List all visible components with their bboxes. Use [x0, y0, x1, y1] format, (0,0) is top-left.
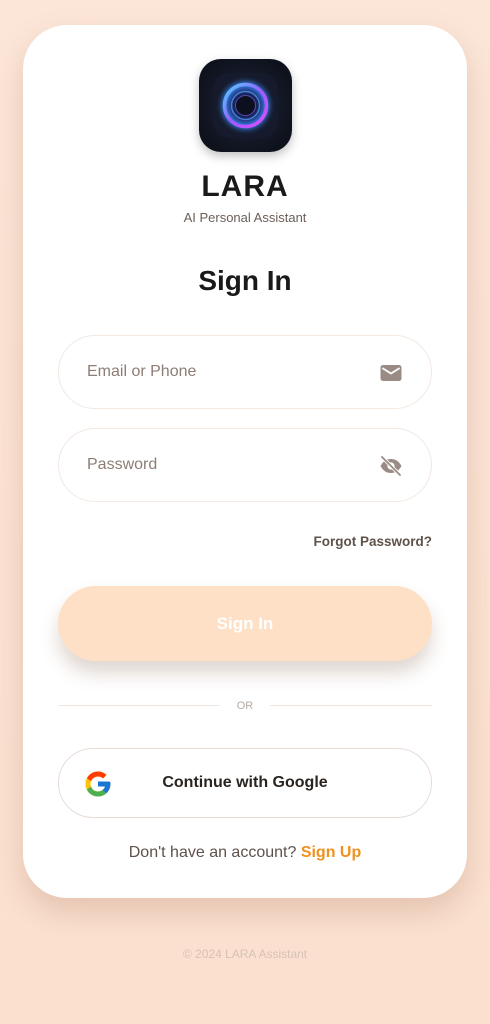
forgot-password-link[interactable]: Forgot Password? [313, 534, 432, 549]
app-name: LARA [201, 170, 289, 203]
signup-row: Don't have an account? Sign Up [23, 844, 467, 862]
page-title: Sign In [198, 265, 292, 296]
email-input[interactable] [87, 336, 357, 408]
copyright-footer: © 2024 LARA Assistant [182, 947, 308, 961]
password-field [58, 428, 432, 502]
email-field [58, 335, 432, 409]
google-button-label: Continue with Google [162, 774, 328, 791]
password-input[interactable] [87, 429, 357, 501]
orb-icon [213, 73, 278, 138]
sign-in-button[interactable]: Sign In [58, 586, 432, 661]
signup-prompt: Don't have an account? [128, 844, 301, 861]
signin-card: LARA AI Personal Assistant Sign In Forgo… [23, 25, 467, 898]
app-logo [199, 59, 292, 152]
divider-right [270, 705, 432, 706]
mail-icon [379, 361, 403, 385]
app-subtitle: AI Personal Assistant [183, 210, 307, 225]
eye-off-icon[interactable] [379, 454, 403, 478]
or-label: OR [236, 700, 254, 712]
continue-with-google-button[interactable]: Continue with Google [58, 748, 432, 818]
sign-up-link[interactable]: Sign Up [301, 844, 361, 861]
